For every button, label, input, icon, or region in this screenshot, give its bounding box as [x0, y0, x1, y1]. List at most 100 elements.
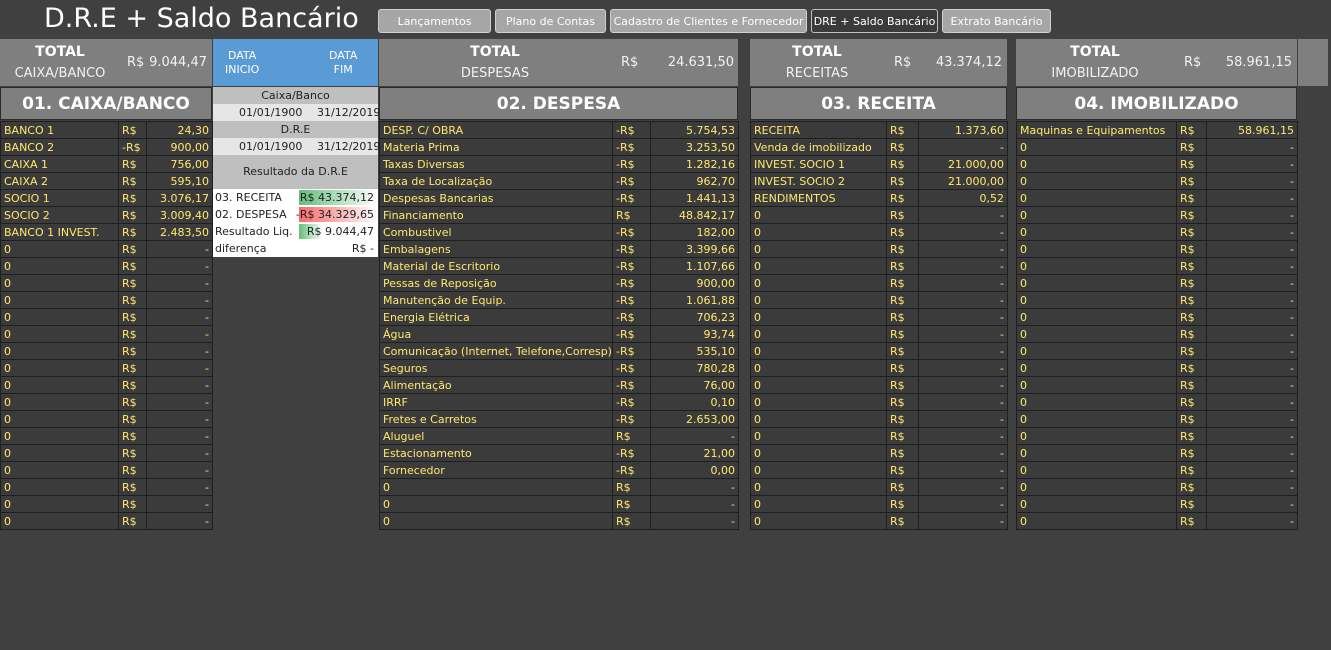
caixa-cell-label[interactable]: 0	[0, 495, 119, 513]
imobilizado-cell-label[interactable]: 0	[1016, 206, 1177, 224]
imobilizado-cell-label[interactable]: 0	[1016, 308, 1177, 326]
receita-cell-num[interactable]: -	[918, 223, 1008, 241]
imobilizado-cell-cur[interactable]: R$	[1176, 121, 1207, 139]
despesa-cell-cur[interactable]: R$	[612, 512, 651, 530]
receita-cell-cur[interactable]: R$	[886, 240, 919, 258]
caixa-cell-cur[interactable]: R$	[118, 155, 147, 173]
receita-cell-label[interactable]: INVEST. SOCIO 2	[750, 172, 887, 190]
caixa-cell-label[interactable]: SOCIO 2	[0, 206, 119, 224]
caixa-cell-cur[interactable]: R$	[118, 393, 147, 411]
caixa-cell-label[interactable]: BANCO 2	[0, 138, 119, 156]
receita-cell-cur[interactable]: R$	[886, 257, 919, 275]
despesa-cell-cur[interactable]: R$	[612, 206, 651, 224]
receita-cell-num[interactable]: 21.000,00	[918, 172, 1008, 190]
receita-cell-cur[interactable]: R$	[886, 444, 919, 462]
caixa-cell-num[interactable]: -	[146, 495, 213, 513]
caixa-cell-cur[interactable]: R$	[118, 240, 147, 258]
receita-cell-num[interactable]: -	[918, 291, 1008, 309]
imobilizado-cell-cur[interactable]: R$	[1176, 291, 1207, 309]
caixa-cell-cur[interactable]: R$	[118, 461, 147, 479]
imobilizado-cell-num[interactable]: -	[1206, 240, 1298, 258]
despesa-cell-cur[interactable]: -R$	[612, 342, 651, 360]
receita-cell-num[interactable]: -	[918, 376, 1008, 394]
despesa-cell-cur[interactable]: R$	[612, 478, 651, 496]
despesa-cell-cur[interactable]: -R$	[612, 274, 651, 292]
caixa-cell-num[interactable]: 595,10	[146, 172, 213, 190]
receita-cell-num[interactable]: -	[918, 427, 1008, 445]
imobilizado-cell-cur[interactable]: R$	[1176, 308, 1207, 326]
caixa-cell-label[interactable]: 0	[0, 410, 119, 428]
receita-cell-label[interactable]: 0	[750, 427, 887, 445]
despesa-cell-cur[interactable]: R$	[612, 427, 651, 445]
imobilizado-cell-label[interactable]: 0	[1016, 512, 1177, 530]
receita-cell-num[interactable]: -	[918, 393, 1008, 411]
imobilizado-cell-label[interactable]: 0	[1016, 291, 1177, 309]
despesa-cell-num[interactable]: 962,70	[650, 172, 739, 190]
despesa-cell-label[interactable]: Despesas Bancarias	[379, 189, 613, 207]
despesa-cell-label[interactable]: Combustivel	[379, 223, 613, 241]
despesa-cell-label[interactable]: Estacionamento	[379, 444, 613, 462]
caixa-cell-num[interactable]: -	[146, 240, 213, 258]
despesa-cell-cur[interactable]: -R$	[612, 393, 651, 411]
receita-cell-cur[interactable]: R$	[886, 274, 919, 292]
imobilizado-cell-cur[interactable]: R$	[1176, 444, 1207, 462]
caixa-cell-num[interactable]: 3.076,17	[146, 189, 213, 207]
despesa-cell-cur[interactable]: -R$	[612, 121, 651, 139]
caixa-cell-num[interactable]: 2.483,50	[146, 223, 213, 241]
imobilizado-cell-cur[interactable]: R$	[1176, 512, 1207, 530]
caixa-cell-cur[interactable]: R$	[118, 189, 147, 207]
caixa-cell-cur[interactable]: R$	[118, 223, 147, 241]
despesa-cell-num[interactable]: 21,00	[650, 444, 739, 462]
caixa-cell-label[interactable]: CAIXA 1	[0, 155, 119, 173]
receita-cell-cur[interactable]: R$	[886, 512, 919, 530]
receita-cell-cur[interactable]: R$	[886, 189, 919, 207]
receita-cell-num[interactable]: -	[918, 512, 1008, 530]
despesa-cell-label[interactable]: Manutenção de Equip.	[379, 291, 613, 309]
despesa-cell-cur[interactable]: -R$	[612, 376, 651, 394]
despesa-cell-num[interactable]: 706,23	[650, 308, 739, 326]
receita-cell-label[interactable]: 0	[750, 478, 887, 496]
imobilizado-cell-label[interactable]: 0	[1016, 444, 1177, 462]
despesa-cell-label[interactable]: Pessas de Reposição	[379, 274, 613, 292]
receita-cell-cur[interactable]: R$	[886, 410, 919, 428]
despesa-cell-label[interactable]: Energia Elétrica	[379, 308, 613, 326]
imobilizado-cell-label[interactable]: 0	[1016, 410, 1177, 428]
receita-cell-label[interactable]: INVEST. SOCIO 1	[750, 155, 887, 173]
receita-cell-num[interactable]: -	[918, 461, 1008, 479]
despesa-cell-cur[interactable]: -R$	[612, 325, 651, 343]
dre-fim-date[interactable]: 31/12/2019	[317, 138, 380, 155]
imobilizado-cell-label[interactable]: Maquinas e Equipamentos	[1016, 121, 1177, 139]
receita-cell-num[interactable]: -	[918, 495, 1008, 513]
despesa-cell-cur[interactable]: -R$	[612, 240, 651, 258]
imobilizado-cell-label[interactable]: 0	[1016, 325, 1177, 343]
caixa-cell-cur[interactable]: R$	[118, 342, 147, 360]
imobilizado-cell-label[interactable]: 0	[1016, 461, 1177, 479]
receita-cell-cur[interactable]: R$	[886, 461, 919, 479]
receita-cell-cur[interactable]: R$	[886, 155, 919, 173]
despesa-cell-label[interactable]: 0	[379, 495, 613, 513]
caixa-cell-cur[interactable]: R$	[118, 172, 147, 190]
caixa-cell-cur[interactable]: R$	[118, 427, 147, 445]
receita-cell-num[interactable]: -	[918, 138, 1008, 156]
receita-cell-label[interactable]: 0	[750, 342, 887, 360]
despesa-cell-num[interactable]: 900,00	[650, 274, 739, 292]
caixa-cell-num[interactable]: -	[146, 461, 213, 479]
receita-cell-num[interactable]: -	[918, 325, 1008, 343]
caixa-cell-label[interactable]: 0	[0, 461, 119, 479]
receita-cell-label[interactable]: 0	[750, 410, 887, 428]
imobilizado-cell-num[interactable]: -	[1206, 257, 1298, 275]
caixa-cell-cur[interactable]: R$	[118, 359, 147, 377]
caixa-cell-cur[interactable]: R$	[118, 444, 147, 462]
imobilizado-cell-cur[interactable]: R$	[1176, 393, 1207, 411]
receita-cell-num[interactable]: -	[918, 410, 1008, 428]
imobilizado-cell-cur[interactable]: R$	[1176, 478, 1207, 496]
despesa-cell-cur[interactable]: -R$	[612, 172, 651, 190]
imobilizado-cell-label[interactable]: 0	[1016, 393, 1177, 411]
caixa-cell-label[interactable]: 0	[0, 359, 119, 377]
caixa-cell-num[interactable]: -	[146, 342, 213, 360]
receita-cell-num[interactable]: -	[918, 257, 1008, 275]
receita-cell-label[interactable]: 0	[750, 393, 887, 411]
imobilizado-cell-cur[interactable]: R$	[1176, 223, 1207, 241]
caixa-cell-cur[interactable]: R$	[118, 512, 147, 530]
imobilizado-cell-num[interactable]: -	[1206, 410, 1298, 428]
